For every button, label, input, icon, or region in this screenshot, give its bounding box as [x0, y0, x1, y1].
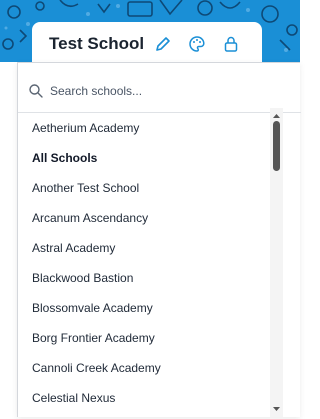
- list-item[interactable]: Arcanum Ascendancy: [18, 203, 288, 233]
- search-icon: [28, 83, 44, 99]
- list-item[interactable]: Blackwood Bastion: [18, 263, 288, 293]
- list-item[interactable]: Cannoli Creek Academy: [18, 353, 288, 383]
- school-dropdown: Aetherium Academy All Schools Another Te…: [17, 62, 301, 417]
- list-item[interactable]: Blossomvale Academy: [18, 293, 288, 323]
- palette-icon[interactable]: [188, 35, 206, 53]
- list-item[interactable]: Aetherium Academy: [18, 113, 288, 143]
- list-scrollbar[interactable]: [270, 108, 283, 417]
- list-item[interactable]: Celestial Nexus: [18, 383, 288, 413]
- list-item[interactable]: Borg Frontier Academy: [18, 323, 288, 353]
- list-item[interactable]: Astral Academy: [18, 233, 288, 263]
- list-item[interactable]: Another Test School: [18, 173, 288, 203]
- scroll-thumb[interactable]: [273, 121, 280, 171]
- search-input[interactable]: [50, 81, 270, 101]
- school-search: [18, 73, 301, 109]
- lock-icon[interactable]: [222, 35, 240, 53]
- scroll-down-arrow-icon[interactable]: [270, 401, 283, 411]
- school-name[interactable]: Test School: [49, 34, 144, 54]
- list-item[interactable]: All Schools: [18, 143, 288, 173]
- pencil-icon[interactable]: [154, 35, 172, 53]
- school-title-tab: Test School: [32, 22, 262, 66]
- scroll-up-arrow-icon[interactable]: [270, 108, 283, 118]
